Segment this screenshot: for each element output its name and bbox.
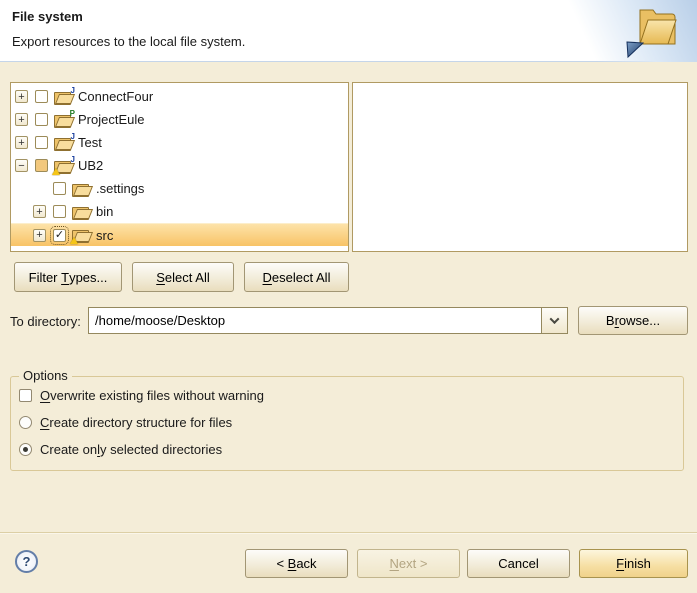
- tree-item-label: Test: [78, 135, 102, 150]
- java-project-folder-icon: J: [54, 136, 72, 150]
- directory-input[interactable]: [89, 308, 541, 333]
- options-group-title: Options: [19, 368, 72, 383]
- help-icon[interactable]: ?: [15, 550, 38, 573]
- export-wizard-dialog: File system Export resources to the loca…: [0, 0, 697, 593]
- checkbox[interactable]: [35, 136, 48, 149]
- checkbox[interactable]: [35, 90, 48, 103]
- tree-item-label: src: [96, 228, 113, 243]
- footer-separator-highlight: [0, 533, 697, 534]
- java-project-folder-warning-icon: J: [54, 159, 72, 173]
- expander-icon[interactable]: +: [33, 205, 46, 218]
- warning-overlay-icon: [52, 168, 60, 175]
- select-all-button[interactable]: Select All: [132, 262, 234, 292]
- back-button[interactable]: < Back: [245, 549, 348, 578]
- tree-row-src-selected[interactable]: + ✓ src: [11, 223, 348, 246]
- finish-button[interactable]: Finish: [579, 549, 688, 578]
- directory-structure-option[interactable]: Create directory structure for files: [19, 415, 232, 430]
- tree-item-label: ConnectFour: [78, 89, 153, 104]
- tree-item-label: .settings: [96, 181, 144, 196]
- wizard-header: File system Export resources to the loca…: [0, 0, 697, 62]
- expander-icon[interactable]: +: [15, 136, 28, 149]
- tree-row-settings[interactable]: .settings: [11, 177, 348, 200]
- resource-tree: + J ConnectFour + P ProjectEule + J Test…: [10, 82, 349, 252]
- collapse-icon[interactable]: −: [15, 159, 28, 172]
- page-title: File system: [12, 9, 83, 24]
- selection-button-row: Filter Types... Select All Deselect All: [14, 262, 349, 292]
- browse-button[interactable]: Browse...: [578, 306, 688, 335]
- to-directory-label: To directory:: [10, 314, 81, 329]
- export-folder-icon: [623, 3, 687, 59]
- tree-row-test[interactable]: + J Test: [11, 131, 348, 154]
- directory-combo: [88, 307, 568, 334]
- checkbox[interactable]: [53, 182, 66, 195]
- radio-button-selected[interactable]: [19, 443, 32, 456]
- tree-item-label: UB2: [78, 158, 103, 173]
- expander-icon[interactable]: +: [15, 90, 28, 103]
- options-group: Options Overwrite existing files without…: [10, 376, 684, 471]
- tree-row-ub2[interactable]: − J UB2: [11, 154, 348, 177]
- option-label: Overwrite existing files without warning: [40, 388, 264, 403]
- project-decorator-icon: P: [70, 109, 75, 118]
- option-label: Create directory structure for files: [40, 415, 232, 430]
- checkbox[interactable]: [19, 389, 32, 402]
- expander-icon[interactable]: +: [33, 229, 46, 242]
- tree-item-label: bin: [96, 204, 113, 219]
- folder-icon: [72, 205, 90, 219]
- tree-row-projecteule[interactable]: + P ProjectEule: [11, 108, 348, 131]
- java-decorator-icon: J: [71, 155, 75, 164]
- filter-types-button[interactable]: Filter Types...: [14, 262, 122, 292]
- java-project-folder-icon: J: [54, 90, 72, 104]
- combo-dropdown-button[interactable]: [541, 308, 567, 333]
- overwrite-option[interactable]: Overwrite existing files without warning: [19, 388, 264, 403]
- tree-row-connectfour[interactable]: + J ConnectFour: [11, 85, 348, 108]
- tree-row-bin[interactable]: + bin: [11, 200, 348, 223]
- checkbox[interactable]: [53, 205, 66, 218]
- page-description: Export resources to the local file syste…: [12, 34, 245, 49]
- next-button-disabled: Next >: [357, 549, 460, 578]
- checkbox-grayed[interactable]: [35, 159, 48, 172]
- deselect-all-button[interactable]: Deselect All: [244, 262, 349, 292]
- radio-button[interactable]: [19, 416, 32, 429]
- help-glyph: ?: [23, 554, 31, 569]
- folder-icon: [72, 182, 90, 196]
- expander-icon[interactable]: +: [15, 113, 28, 126]
- option-label: Create only selected directories: [40, 442, 222, 457]
- tree-item-label: ProjectEule: [78, 112, 144, 127]
- folder-warning-icon: [72, 228, 90, 242]
- only-selected-option[interactable]: Create only selected directories: [19, 442, 222, 457]
- project-folder-icon: P: [54, 113, 72, 127]
- checkbox[interactable]: [35, 113, 48, 126]
- java-decorator-icon: J: [71, 132, 75, 141]
- warning-overlay-icon: [70, 237, 78, 244]
- checkbox-checked[interactable]: ✓: [53, 229, 66, 242]
- chevron-down-icon: [550, 314, 560, 324]
- cancel-button[interactable]: Cancel: [467, 549, 570, 578]
- java-decorator-icon: J: [71, 86, 75, 95]
- file-list-panel[interactable]: [352, 82, 688, 252]
